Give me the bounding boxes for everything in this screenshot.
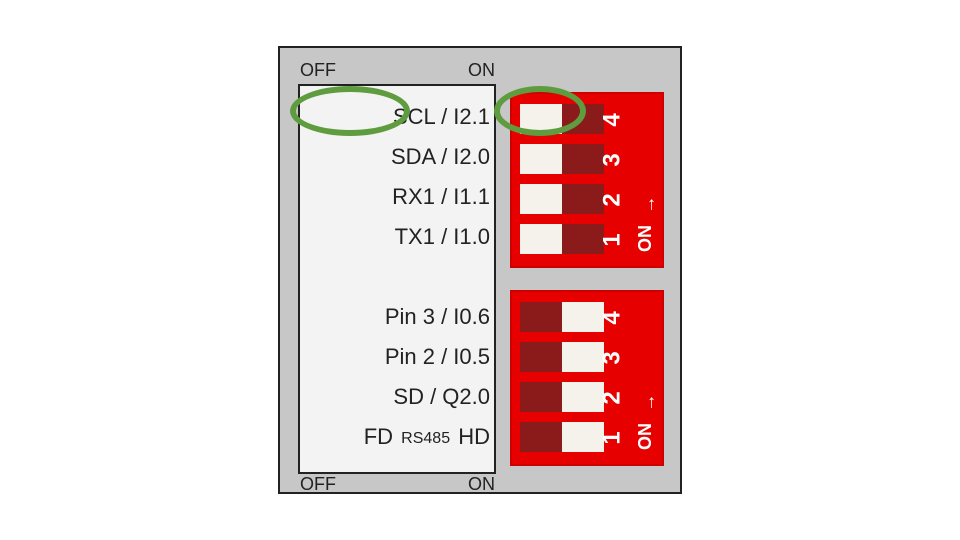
dip-switch-panel: OFF ON SCL / I2.1 SDA / I2.0 RX1 / I1.1 …	[278, 46, 682, 494]
pin-line-tx1: TX1 / I1.0	[292, 224, 490, 250]
dip-num-1: 1	[599, 233, 627, 246]
off-label-bottom: OFF	[300, 474, 336, 495]
on-label-bottom: ON	[468, 474, 495, 495]
rs485-fd: FD	[364, 424, 393, 449]
dip-switch-2-bot[interactable]	[520, 382, 604, 412]
pin-line-sda: SDA / I2.0	[292, 144, 490, 170]
rs485-hd: HD	[458, 424, 490, 449]
pin-line-pin3: Pin 3 / I0.6	[292, 304, 490, 330]
dip-num-2: 2	[599, 391, 627, 404]
dip-switch-1-bot[interactable]	[520, 422, 604, 452]
dip-num-1: 1	[599, 431, 627, 444]
dip-switch-1-top[interactable]	[520, 224, 604, 254]
dip-switch-3-top[interactable]	[520, 144, 604, 174]
arrow-down-icon: →	[639, 196, 660, 214]
pin-line-rx1: RX1 / I1.1	[292, 184, 490, 210]
dip-switch-slider	[520, 144, 562, 174]
dip-switch-track	[520, 422, 562, 452]
dip-switch-track	[520, 342, 562, 372]
dip-switch-track	[520, 302, 562, 332]
dip-on-label-bottom: ON	[635, 423, 656, 450]
dip-num-2: 2	[599, 193, 627, 206]
dip-switch-slider	[520, 184, 562, 214]
pin-line-scl: SCL / I2.1	[292, 104, 490, 130]
rs485-mid: RS485	[401, 430, 450, 447]
dip-on-label-top: ON	[635, 225, 656, 252]
dip-switch-block-top: 4 3 2 1 ON →	[510, 92, 664, 268]
pin-line-rs485: FD RS485 HD	[292, 424, 490, 450]
dip-num-4: 4	[599, 311, 627, 324]
dip-num-3: 3	[599, 351, 627, 364]
dip-switch-slider	[520, 104, 562, 134]
dip-num-4: 4	[599, 113, 627, 126]
dip-switch-track	[520, 382, 562, 412]
pin-line-sd: SD / Q2.0	[292, 384, 490, 410]
dip-num-3: 3	[599, 153, 627, 166]
arrow-down-icon: →	[639, 394, 660, 412]
dip-switch-block-bottom: 4 3 2 1 ON →	[510, 290, 664, 466]
dip-switch-4-top[interactable]	[520, 104, 604, 134]
pin-line-pin2: Pin 2 / I0.5	[292, 344, 490, 370]
off-label-top: OFF	[300, 60, 336, 81]
on-label-top: ON	[468, 60, 495, 81]
dip-switch-3-bot[interactable]	[520, 342, 604, 372]
dip-switch-4-bot[interactable]	[520, 302, 604, 332]
pin-label-box	[298, 84, 496, 474]
dip-switch-slider	[520, 224, 562, 254]
dip-switch-2-top[interactable]	[520, 184, 604, 214]
